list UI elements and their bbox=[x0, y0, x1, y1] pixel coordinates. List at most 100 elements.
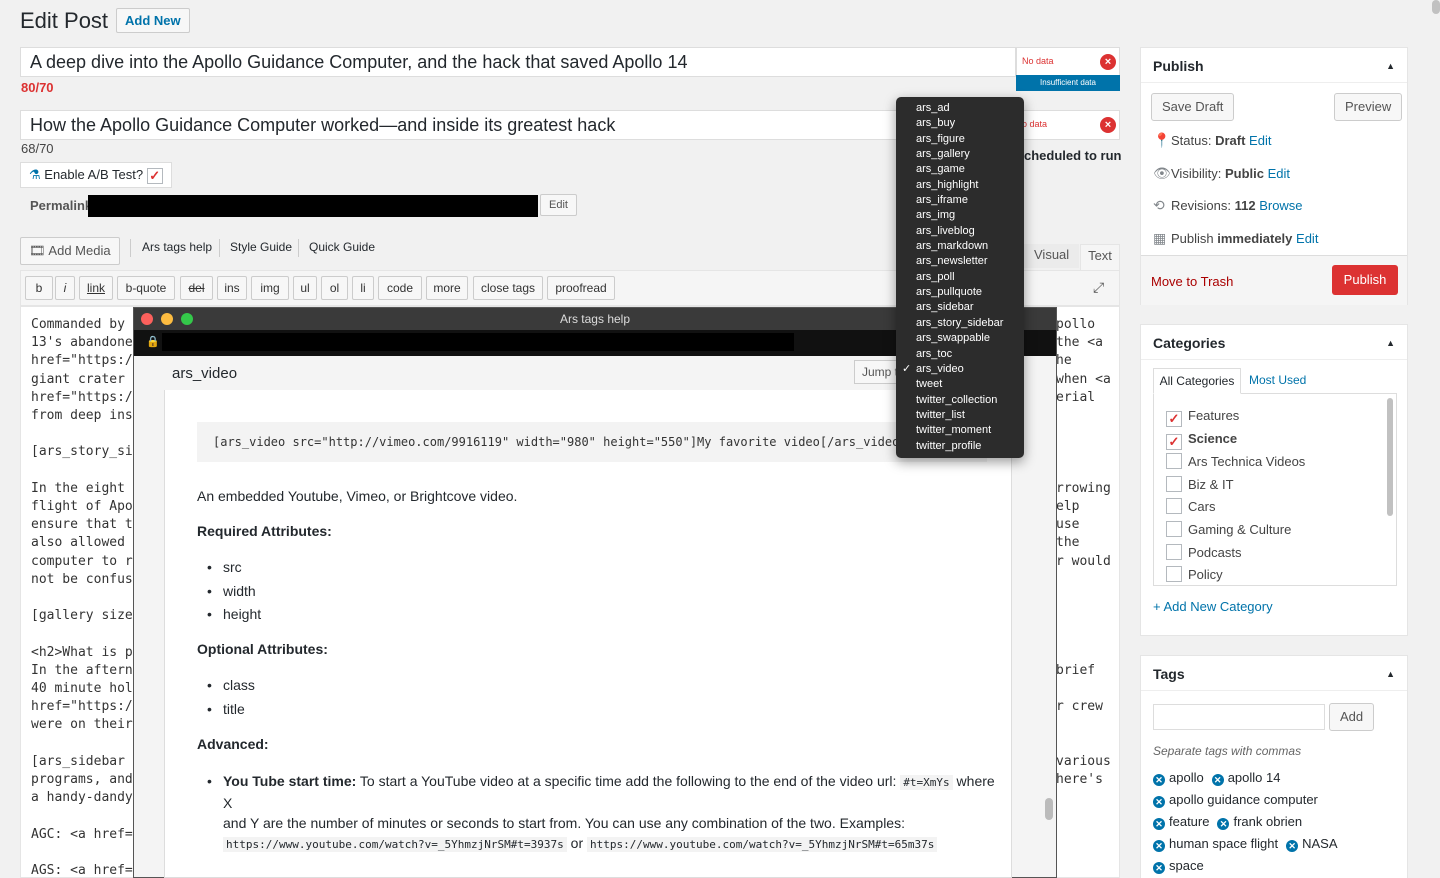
category-checkbox[interactable] bbox=[1166, 521, 1182, 537]
fullscreen-icon[interactable]: ⤢ bbox=[1093, 279, 1104, 296]
remove-tag-icon[interactable]: ✕ bbox=[1286, 840, 1299, 852]
category-item[interactable]: ✓ Science bbox=[1166, 431, 1237, 450]
category-item[interactable]: Ars Technica Videos bbox=[1166, 453, 1305, 470]
style-guide-link[interactable]: Style Guide bbox=[230, 240, 292, 254]
tags-box-header[interactable]: Tags ▲ bbox=[1141, 656, 1407, 691]
dropdown-option[interactable]: ars_figure bbox=[896, 132, 1024, 147]
collapse-icon[interactable]: ▲ bbox=[1386, 338, 1395, 348]
remove-tag-icon[interactable]: ✕ bbox=[1153, 862, 1165, 874]
dropdown-option[interactable]: ars_iframe bbox=[896, 193, 1024, 208]
minimize-window-button[interactable] bbox=[161, 313, 173, 325]
dropdown-option[interactable]: ars_liveblog bbox=[896, 224, 1024, 239]
quicktag-code-button[interactable]: code bbox=[378, 276, 422, 300]
category-checkbox[interactable]: ✓ bbox=[1166, 411, 1182, 427]
status-edit-link[interactable]: Edit bbox=[1249, 133, 1271, 148]
categories-box-header[interactable]: Categories ▲ bbox=[1141, 325, 1407, 360]
category-checkbox[interactable] bbox=[1166, 543, 1182, 560]
add-new-category-link[interactable]: + Add New Category bbox=[1153, 599, 1273, 614]
dropdown-option[interactable]: ars_newsletter bbox=[896, 254, 1024, 269]
quicktag-b-quote-button[interactable]: b-quote bbox=[117, 276, 175, 300]
dropdown-option[interactable]: twitter_moment bbox=[896, 423, 1024, 438]
visibility-edit-link[interactable]: Edit bbox=[1268, 166, 1290, 181]
category-item[interactable]: Gaming & Culture bbox=[1166, 521, 1291, 537]
modal-scrollbar[interactable] bbox=[1045, 798, 1053, 820]
dropdown-option[interactable]: ars_img bbox=[896, 208, 1024, 223]
post-title-input[interactable]: A deep dive into the Apollo Guidance Com… bbox=[20, 47, 1016, 77]
dropdown-option[interactable]: ars_buy bbox=[896, 116, 1024, 131]
quicktag-close-tags-button[interactable]: close tags bbox=[473, 276, 543, 300]
publish-box-header[interactable]: Publish ▲ bbox=[1141, 48, 1407, 83]
ars-tags-help-link[interactable]: Ars tags help bbox=[142, 240, 212, 254]
quicktag-i-button[interactable]: i bbox=[55, 276, 75, 300]
dropdown-option[interactable]: ars_sidebar bbox=[896, 300, 1024, 315]
add-tag-button[interactable]: Add bbox=[1329, 703, 1375, 731]
ab-test-toggle[interactable]: ⚗ Enable A/B Test? ✓ bbox=[20, 162, 172, 188]
dropdown-option[interactable]: ars_toc bbox=[896, 347, 1024, 362]
quicktag-proofread-button[interactable]: proofread bbox=[547, 276, 615, 300]
category-checkbox[interactable] bbox=[1166, 566, 1182, 583]
tab-visual[interactable]: Visual bbox=[1024, 244, 1080, 268]
category-checkbox[interactable] bbox=[1166, 453, 1182, 470]
preview-button[interactable]: Preview bbox=[1334, 93, 1403, 121]
collapse-icon[interactable]: ▲ bbox=[1386, 669, 1395, 679]
category-item[interactable]: Podcasts bbox=[1166, 543, 1241, 560]
dropdown-option[interactable]: ars_game bbox=[896, 162, 1024, 177]
dropdown-option[interactable]: ars_highlight bbox=[896, 178, 1024, 193]
remove-tag-icon[interactable]: ✕ bbox=[1153, 818, 1165, 830]
close-window-button[interactable] bbox=[141, 313, 153, 325]
dropdown-option[interactable]: ars_story_sidebar bbox=[896, 316, 1024, 331]
dropdown-option[interactable]: twitter_list bbox=[896, 408, 1024, 423]
tag-input[interactable] bbox=[1153, 704, 1325, 730]
add-media-button[interactable]: 🎞 Add Media bbox=[20, 237, 120, 265]
tab-text[interactable]: Text bbox=[1080, 244, 1120, 270]
category-checkbox[interactable] bbox=[1166, 498, 1182, 515]
quicktag-ins-button[interactable]: ins bbox=[217, 276, 247, 300]
quicktag-li-button[interactable]: li bbox=[352, 276, 374, 300]
quicktag-ol-button[interactable]: ol bbox=[321, 276, 348, 300]
remove-tag-icon[interactable]: ✕ bbox=[1211, 774, 1224, 786]
quick-guide-link[interactable]: Quick Guide bbox=[309, 240, 375, 254]
dropdown-option[interactable]: ars_poll bbox=[896, 270, 1024, 285]
quicktag-del-button[interactable]: del bbox=[180, 276, 213, 300]
dropdown-option[interactable]: twitter_collection bbox=[896, 393, 1024, 408]
remove-tag-icon[interactable]: ✕ bbox=[1153, 774, 1165, 786]
dropdown-option[interactable]: tweet bbox=[896, 377, 1024, 392]
category-item[interactable]: Biz & IT bbox=[1166, 475, 1234, 492]
quicktag-more-button[interactable]: more bbox=[426, 276, 468, 300]
browse-revisions-link[interactable]: Browse bbox=[1259, 198, 1302, 213]
add-new-button[interactable]: Add New bbox=[116, 8, 190, 33]
collapse-icon[interactable]: ▲ bbox=[1386, 61, 1395, 71]
alt-title-input[interactable]: How the Apollo Guidance Computer worked—… bbox=[20, 110, 900, 140]
page-scrollbar[interactable] bbox=[1432, 0, 1440, 14]
zoom-window-button[interactable] bbox=[181, 313, 193, 325]
permalink-edit-button[interactable]: Edit bbox=[540, 194, 577, 216]
publish-button[interactable]: Publish bbox=[1332, 265, 1398, 295]
category-checkbox[interactable] bbox=[1166, 475, 1182, 492]
remove-tag-icon[interactable]: ✕ bbox=[1153, 796, 1165, 808]
save-draft-button[interactable]: Save Draft bbox=[1151, 93, 1235, 121]
schedule-edit-link[interactable]: Edit bbox=[1296, 231, 1318, 246]
dropdown-option[interactable]: ars_pullquote bbox=[896, 285, 1024, 300]
quicktag-ul-button[interactable]: ul bbox=[293, 276, 317, 300]
category-item[interactable]: Policy bbox=[1166, 566, 1223, 583]
remove-tag-icon[interactable]: ✕ bbox=[1217, 818, 1230, 830]
move-to-trash-link[interactable]: Move to Trash bbox=[1151, 274, 1233, 289]
tab-most-used[interactable]: Most Used bbox=[1249, 368, 1306, 394]
dropdown-option[interactable]: ars_ad bbox=[896, 101, 1024, 116]
quicktag-link-button[interactable]: link bbox=[79, 276, 113, 300]
category-item[interactable]: Cars bbox=[1166, 498, 1215, 515]
quicktag-img-button[interactable]: img bbox=[251, 276, 289, 300]
dropdown-option[interactable]: ars_gallery bbox=[896, 147, 1024, 162]
dropdown-option-label: tweet bbox=[916, 378, 943, 391]
quicktag-b-button[interactable]: b bbox=[25, 276, 53, 300]
category-checkbox[interactable]: ✓ bbox=[1166, 433, 1182, 450]
dropdown-option[interactable]: ✓ ars_video bbox=[896, 362, 1024, 377]
remove-tag-icon[interactable]: ✕ bbox=[1153, 840, 1165, 852]
ab-test-checkbox[interactable]: ✓ bbox=[146, 167, 163, 184]
dropdown-option[interactable]: twitter_profile bbox=[896, 439, 1024, 454]
tab-all-categories[interactable]: All Categories bbox=[1153, 368, 1241, 394]
dropdown-option[interactable]: ars_swappable bbox=[896, 331, 1024, 346]
category-item[interactable]: ✓ Features bbox=[1166, 408, 1239, 427]
dropdown-option[interactable]: ars_markdown bbox=[896, 239, 1024, 254]
category-scrollbar[interactable] bbox=[1387, 398, 1393, 516]
